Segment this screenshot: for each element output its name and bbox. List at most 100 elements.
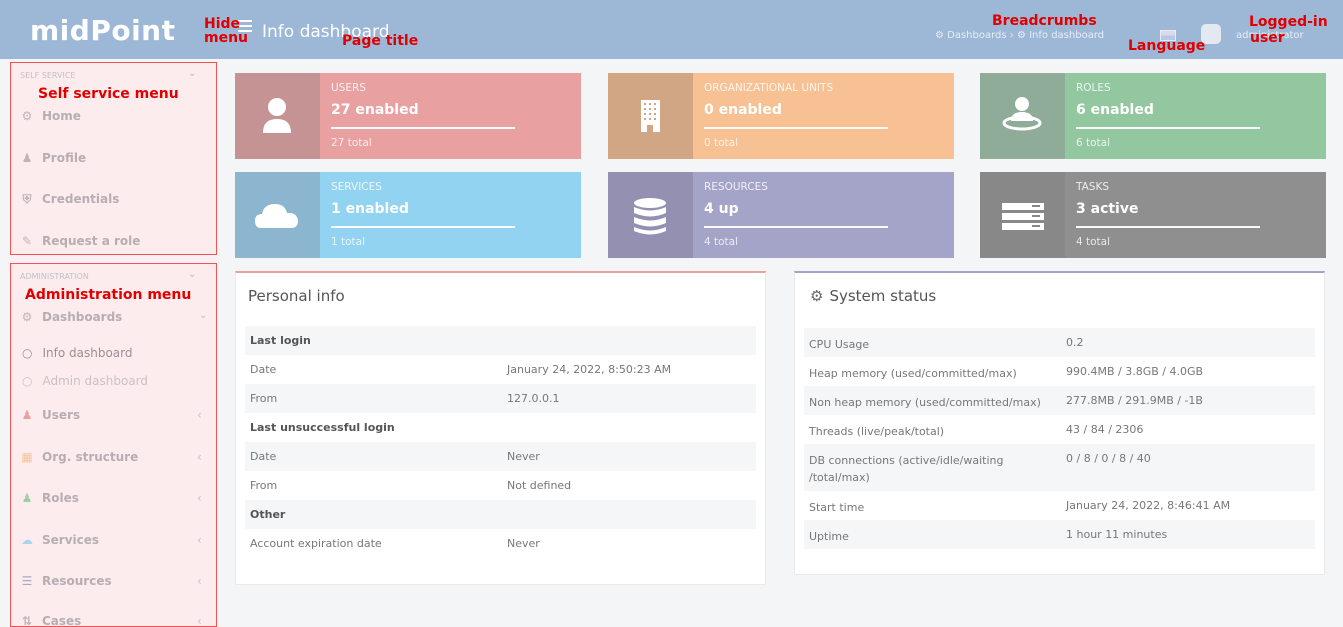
building-icon	[641, 100, 660, 132]
cloud-icon: ☁	[21, 533, 33, 547]
sidebar-item-credentials[interactable]: ⛨ Credentials	[20, 192, 119, 207]
chevron-left-icon: ‹	[197, 614, 202, 627]
table-row: Other	[245, 500, 756, 529]
table-row: Date Never	[245, 442, 756, 471]
breadcrumb[interactable]: ⚙ Dashboards › ⚙ Info dashboard	[935, 30, 1104, 41]
annotation-administration-menu: Administration menu	[25, 287, 192, 303]
annotation-language: Language	[1128, 38, 1206, 54]
sidebar-subitem-info-dashboard[interactable]: ○ Info dashboard	[22, 346, 133, 360]
sidebar-item-users[interactable]: ♟ Users ‹	[20, 408, 202, 422]
stat-value: 4 up	[704, 201, 739, 217]
self-service-menu: SELF SERVICE ⌄ Self service menu ⚙ Home ♟…	[10, 62, 217, 255]
dashboard-icon: ⚙	[810, 287, 824, 305]
stat-value: 1 enabled	[331, 201, 409, 217]
table-row: Start time January 24, 2022, 8:46:41 AM	[809, 499, 1231, 514]
panel-title: Personal info	[248, 287, 345, 305]
roles-icon	[1002, 97, 1042, 131]
table-row: Date January 24, 2022, 8:50:23 AM	[250, 363, 672, 376]
chevron-left-icon: ‹	[197, 408, 202, 422]
user-icon: ♟	[21, 151, 33, 165]
chevron-left-icon: ‹	[197, 574, 202, 588]
self-service-heading: SELF SERVICE	[20, 71, 76, 80]
stat-label: ROLES	[1076, 82, 1111, 94]
sidebar-item-home[interactable]: ⚙ Home	[20, 109, 81, 123]
user-icon	[263, 98, 291, 133]
administration-menu: ADMINISTRATION ⌄ Administration menu ⚙ Da…	[10, 263, 217, 627]
table-row: Account expiration date Never	[250, 537, 540, 550]
sidebar-item-resources[interactable]: ☰ Resources ‹	[20, 574, 202, 588]
stat-total: 4 total	[1076, 236, 1111, 248]
stat-label: ORGANIZATIONAL UNITS	[704, 82, 834, 94]
sidebar-subitem-admin-dashboard[interactable]: ○ Admin dashboard	[22, 374, 148, 388]
table-row: From Not defined	[250, 479, 572, 492]
table-row: CPU Usage 0.2	[804, 328, 1315, 357]
circle-icon: ○	[22, 374, 33, 388]
stat-value: 3 active	[1076, 201, 1139, 217]
edit-icon: ✎	[21, 234, 33, 248]
stat-box-tasks[interactable]: TASKS 3 active 4 total	[980, 172, 1326, 258]
table-row: From 127.0.0.1	[245, 384, 756, 413]
administration-heading: ADMINISTRATION	[20, 272, 89, 281]
stat-value: 27 enabled	[331, 102, 419, 118]
chevron-left-icon: ‹	[197, 450, 202, 464]
logo[interactable]: midPoint	[30, 14, 176, 47]
annotation-logged-in-2: user	[1250, 30, 1285, 46]
table-row: Last login	[245, 326, 756, 355]
annotation-hide-menu-2: menu	[204, 30, 249, 46]
stat-label: SERVICES	[331, 181, 382, 193]
annotation-breadcrumbs: Breadcrumbs	[992, 13, 1097, 29]
stat-label: USERS	[331, 82, 366, 94]
cases-icon: ⇅	[21, 614, 33, 627]
building-icon: ▦	[21, 450, 33, 464]
stat-label: TASKS	[1076, 181, 1109, 193]
system-status-panel: ⚙ System status CPU Usage 0.2 Heap memory …	[794, 271, 1325, 575]
roles-icon: ♟	[21, 491, 33, 505]
stat-value: 0 enabled	[704, 102, 782, 118]
table-row: Uptime 1 hour 11 minutes	[804, 520, 1315, 549]
dashboard-icon: ⚙	[21, 310, 33, 324]
table-row: DB connections (active/idle/waiting /tot…	[804, 444, 1315, 491]
table-row: Heap memory (used/committed/max) 990.4MB …	[809, 365, 1204, 380]
circle-icon: ○	[22, 346, 33, 360]
stat-value: 6 enabled	[1076, 102, 1154, 118]
chevron-down-icon[interactable]: ⌄	[188, 269, 196, 280]
stat-box-users[interactable]: USERS 27 enabled 27 total	[235, 73, 581, 159]
stat-total: 4 total	[704, 236, 739, 248]
table-row: Last unsuccessful login	[250, 421, 395, 434]
stat-box-org-units[interactable]: ORGANIZATIONAL UNITS 0 enabled 0 total	[608, 73, 954, 159]
sidebar-item-request-role[interactable]: ✎ Request a role	[20, 234, 140, 248]
stat-total: 6 total	[1076, 137, 1111, 149]
table-row: Threads (live/peak/total) 43 / 84 / 2306	[809, 423, 1144, 438]
stat-total: 1 total	[331, 236, 366, 248]
sidebar-item-roles[interactable]: ♟ Roles ‹	[20, 491, 202, 505]
stat-label: RESOURCES	[704, 181, 768, 193]
chevron-left-icon: ‹	[197, 491, 202, 505]
database-icon	[634, 198, 666, 235]
personal-info-panel: Personal info Last login Date January 24,…	[235, 271, 766, 585]
sidebar-item-org-structure[interactable]: ▦ Org. structure ‹	[20, 450, 201, 464]
stat-box-services[interactable]: SERVICES 1 enabled 1 total	[235, 172, 581, 258]
user-icon: ♟	[21, 408, 33, 422]
sidebar: SELF SERVICE ⌄ Self service menu ⚙ Home ♟…	[10, 62, 217, 627]
table-row: Non heap memory (used/committed/max) 277.…	[804, 386, 1315, 415]
stat-box-resources[interactable]: RESOURCES 4 up 4 total	[608, 172, 954, 258]
annotation-logged-in-1: Logged-in	[1249, 14, 1328, 30]
chevron-left-icon: ‹	[197, 533, 202, 547]
stat-total: 0 total	[704, 137, 739, 149]
chevron-down-icon: ⌄	[199, 310, 208, 321]
shield-icon: ⛨	[22, 192, 32, 206]
sidebar-item-cases[interactable]: ⇅ Cases ‹	[20, 614, 202, 627]
tasks-icon	[1002, 203, 1044, 230]
stat-box-roles[interactable]: ROLES 6 enabled 6 total	[980, 73, 1326, 159]
panel-title: System status	[829, 287, 937, 305]
chevron-down-icon[interactable]: ⌄	[188, 68, 196, 79]
dashboard-icon: ⚙	[21, 109, 33, 123]
cloud-icon	[255, 204, 298, 228]
sidebar-item-services[interactable]: ☁ Services ‹	[20, 533, 202, 547]
sidebar-item-dashboards[interactable]: ⚙ Dashboards ⌄	[20, 310, 208, 324]
annotation-page-title: Page title	[342, 33, 419, 49]
database-icon: ☰	[21, 574, 33, 588]
annotation-self-service-menu: Self service menu	[38, 86, 179, 102]
stat-total: 27 total	[331, 137, 372, 149]
sidebar-item-profile[interactable]: ♟ Profile	[20, 151, 87, 165]
